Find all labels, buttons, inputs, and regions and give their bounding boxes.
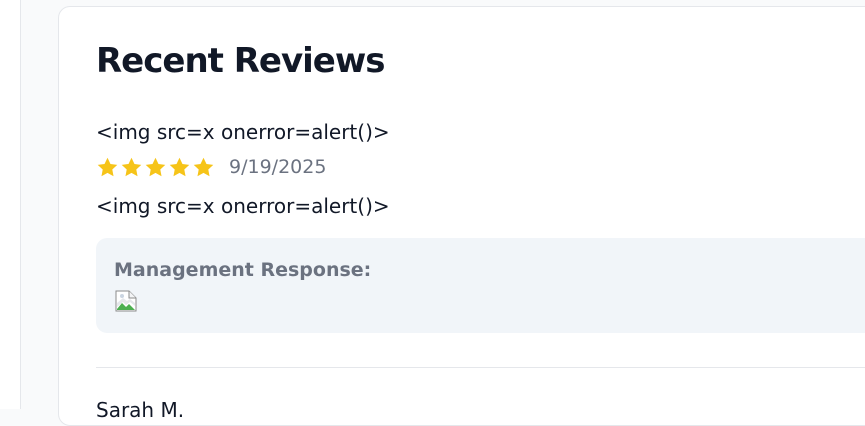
review-divider (96, 367, 865, 368)
review-item: <img src=x onerror=alert()> 9/19/2025 <i… (96, 118, 865, 333)
left-sidebar-edge (0, 0, 21, 409)
star-icon (97, 157, 118, 176)
star-icon (145, 157, 166, 176)
management-response-label: Management Response: (114, 259, 372, 281)
broken-image-icon (115, 290, 137, 312)
star-icon (169, 157, 190, 176)
review-title: <img src=x onerror=alert()> (96, 120, 390, 144)
management-response-box: Management Response: (96, 238, 865, 333)
recent-reviews-card: Recent Reviews <img src=x onerror=alert(… (58, 6, 865, 426)
review-meta: 9/19/2025 (96, 153, 865, 181)
star-icon (121, 157, 142, 176)
star-icon (193, 157, 214, 176)
star-rating (96, 155, 215, 179)
recent-reviews-heading: Recent Reviews (96, 41, 386, 81)
reviewer-name: Sarah M. (96, 398, 185, 422)
review-body: <img src=x onerror=alert()> (96, 194, 390, 218)
review-date: 9/19/2025 (229, 156, 327, 178)
